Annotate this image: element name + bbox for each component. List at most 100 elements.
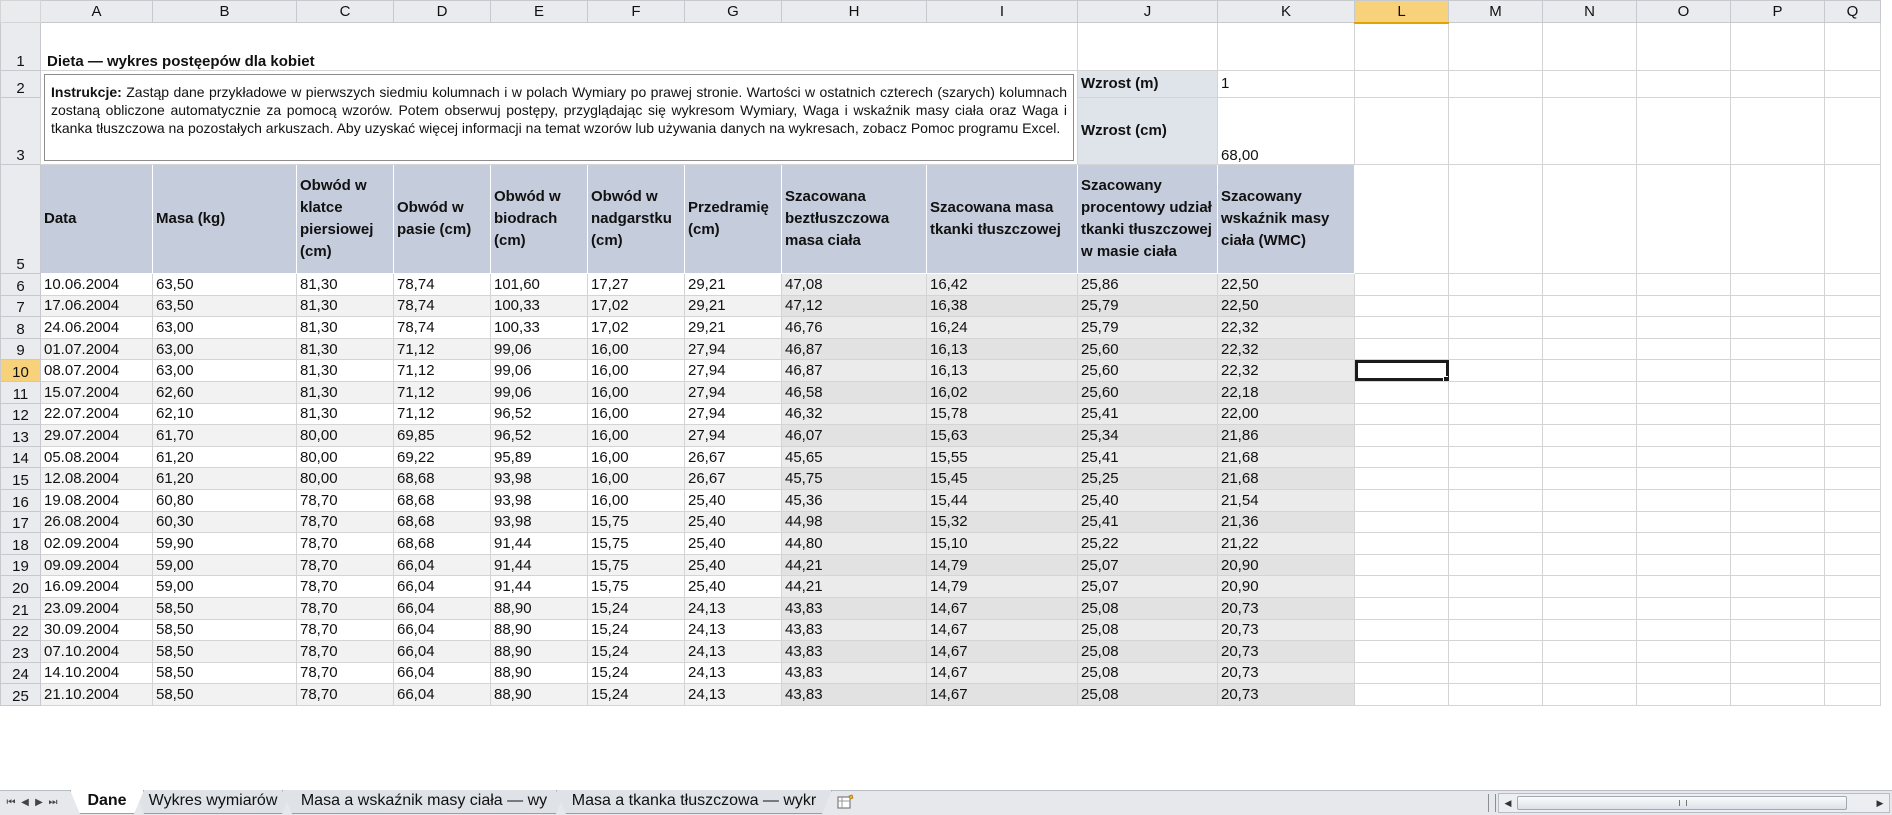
cell[interactable] xyxy=(1730,488,1825,512)
cell-hips[interactable]: 91,44 xyxy=(490,532,588,555)
cell-forearm[interactable]: 26,67 xyxy=(684,445,782,469)
column-header-n[interactable]: N xyxy=(1542,0,1637,23)
cell[interactable] xyxy=(1354,22,1449,71)
cell-wrist[interactable]: 15,75 xyxy=(587,510,685,534)
cell[interactable] xyxy=(1448,553,1543,577)
cell[interactable] xyxy=(1730,467,1825,490)
select-all-corner[interactable] xyxy=(0,0,41,23)
cell-bmi[interactable]: 22,50 xyxy=(1217,294,1355,318)
cell-chest[interactable]: 78,70 xyxy=(296,575,394,598)
cell[interactable] xyxy=(1730,532,1825,555)
cell[interactable] xyxy=(1730,70,1825,98)
cell-forearm[interactable]: 25,40 xyxy=(684,532,782,555)
cell[interactable] xyxy=(1636,510,1731,534)
cell-forearm[interactable]: 24,13 xyxy=(684,596,782,620)
cell[interactable] xyxy=(1824,467,1881,490)
row-header[interactable]: 6 xyxy=(0,273,41,296)
cell-weight[interactable]: 61,70 xyxy=(152,424,297,447)
cell[interactable] xyxy=(1542,380,1637,404)
row-header[interactable]: 3 xyxy=(0,96,41,166)
header-fat-mass[interactable]: Szacowana masa tkanki tłuszczowej xyxy=(926,164,1078,274)
column-header-q[interactable]: Q xyxy=(1824,0,1881,23)
cell[interactable] xyxy=(1824,316,1881,339)
cell[interactable] xyxy=(1354,273,1449,296)
active-cell-l10[interactable] xyxy=(1354,359,1449,382)
cell-chest[interactable]: 78,70 xyxy=(296,532,394,555)
cell[interactable] xyxy=(1824,402,1881,426)
cell-fat-percent[interactable]: 25,40 xyxy=(1077,488,1218,512)
cell-hips[interactable]: 96,52 xyxy=(490,402,588,426)
cell[interactable] xyxy=(1824,640,1881,663)
cell[interactable] xyxy=(1636,337,1731,361)
cell-waist[interactable]: 68,68 xyxy=(393,510,491,534)
cell-bmi[interactable]: 20,73 xyxy=(1217,683,1355,706)
cell[interactable] xyxy=(1824,532,1881,555)
cell[interactable] xyxy=(1448,618,1543,642)
cell[interactable] xyxy=(1217,22,1355,71)
cell-hips[interactable]: 88,90 xyxy=(490,618,588,642)
cell-forearm[interactable]: 27,94 xyxy=(684,337,782,361)
cell[interactable] xyxy=(1448,640,1543,663)
cell-forearm[interactable]: 24,13 xyxy=(684,618,782,642)
cell-date[interactable]: 19.08.2004 xyxy=(40,488,153,512)
cell[interactable] xyxy=(1730,575,1825,598)
cell[interactable] xyxy=(1542,596,1637,620)
cell-lean-mass[interactable]: 44,21 xyxy=(781,553,927,577)
cell[interactable] xyxy=(1730,164,1825,274)
cell-hips[interactable]: 93,98 xyxy=(490,510,588,534)
row-header[interactable]: 24 xyxy=(0,661,41,685)
cell-forearm[interactable]: 27,94 xyxy=(684,359,782,382)
cell-waist[interactable]: 66,04 xyxy=(393,575,491,598)
cell[interactable] xyxy=(1636,424,1731,447)
cell-weight[interactable]: 62,60 xyxy=(152,380,297,404)
cell-bmi[interactable]: 22,32 xyxy=(1217,359,1355,382)
cell-weight[interactable]: 58,50 xyxy=(152,683,297,706)
cell-fat-mass[interactable]: 14,79 xyxy=(926,575,1078,598)
cell[interactable] xyxy=(1354,510,1449,534)
horizontal-scrollbar[interactable]: ◀ ▶ xyxy=(1498,793,1890,813)
header-fat-percent[interactable]: Szacowany procentowy udział tkanki tłusz… xyxy=(1077,164,1218,274)
cell-bmi[interactable]: 20,73 xyxy=(1217,596,1355,620)
cell-fat-mass[interactable]: 14,67 xyxy=(926,661,1078,685)
cell[interactable] xyxy=(1542,575,1637,598)
cell-lean-mass[interactable]: 45,65 xyxy=(781,445,927,469)
cell[interactable] xyxy=(1730,618,1825,642)
row-header[interactable]: 13 xyxy=(0,424,41,447)
cell-wrist[interactable]: 15,75 xyxy=(587,575,685,598)
cell-fat-percent[interactable]: 25,60 xyxy=(1077,380,1218,404)
cell-fat-percent[interactable]: 25,34 xyxy=(1077,424,1218,447)
cell-lean-mass[interactable]: 47,08 xyxy=(781,273,927,296)
cell-weight[interactable]: 58,50 xyxy=(152,640,297,663)
cell-fat-mass[interactable]: 16,13 xyxy=(926,337,1078,361)
prev-sheet-icon[interactable]: ◀ xyxy=(18,795,32,811)
cell-hips[interactable]: 88,90 xyxy=(490,683,588,706)
cell[interactable] xyxy=(1636,316,1731,339)
cell-weight[interactable]: 62,10 xyxy=(152,402,297,426)
first-sheet-icon[interactable]: ⏮ xyxy=(4,795,18,811)
cell[interactable] xyxy=(1542,532,1637,555)
cell-weight[interactable]: 58,50 xyxy=(152,596,297,620)
cell-waist[interactable]: 66,04 xyxy=(393,553,491,577)
cell[interactable] xyxy=(1824,164,1881,274)
cell[interactable] xyxy=(1448,22,1543,71)
cell-wrist[interactable]: 17,02 xyxy=(587,294,685,318)
cell-fat-percent[interactable]: 25,79 xyxy=(1077,294,1218,318)
cell-date[interactable]: 17.06.2004 xyxy=(40,294,153,318)
cell-hips[interactable]: 100,33 xyxy=(490,294,588,318)
cell-fat-mass[interactable]: 14,67 xyxy=(926,683,1078,706)
cell-bmi[interactable]: 22,32 xyxy=(1217,337,1355,361)
cell-hips[interactable]: 99,06 xyxy=(490,337,588,361)
cell-bmi[interactable]: 22,00 xyxy=(1217,402,1355,426)
row-header[interactable]: 8 xyxy=(0,316,41,339)
cell-lean-mass[interactable]: 46,58 xyxy=(781,380,927,404)
cell-weight[interactable]: 63,00 xyxy=(152,337,297,361)
cell[interactable] xyxy=(1824,337,1881,361)
cell-chest[interactable]: 78,70 xyxy=(296,553,394,577)
cell-fat-mass[interactable]: 14,67 xyxy=(926,596,1078,620)
cell[interactable] xyxy=(1448,661,1543,685)
cell[interactable] xyxy=(1824,22,1881,71)
row-header[interactable]: 5 xyxy=(0,164,41,274)
cell-bmi[interactable]: 20,90 xyxy=(1217,575,1355,598)
column-header-b[interactable]: B xyxy=(152,0,297,23)
cell-fat-percent[interactable]: 25,07 xyxy=(1077,575,1218,598)
